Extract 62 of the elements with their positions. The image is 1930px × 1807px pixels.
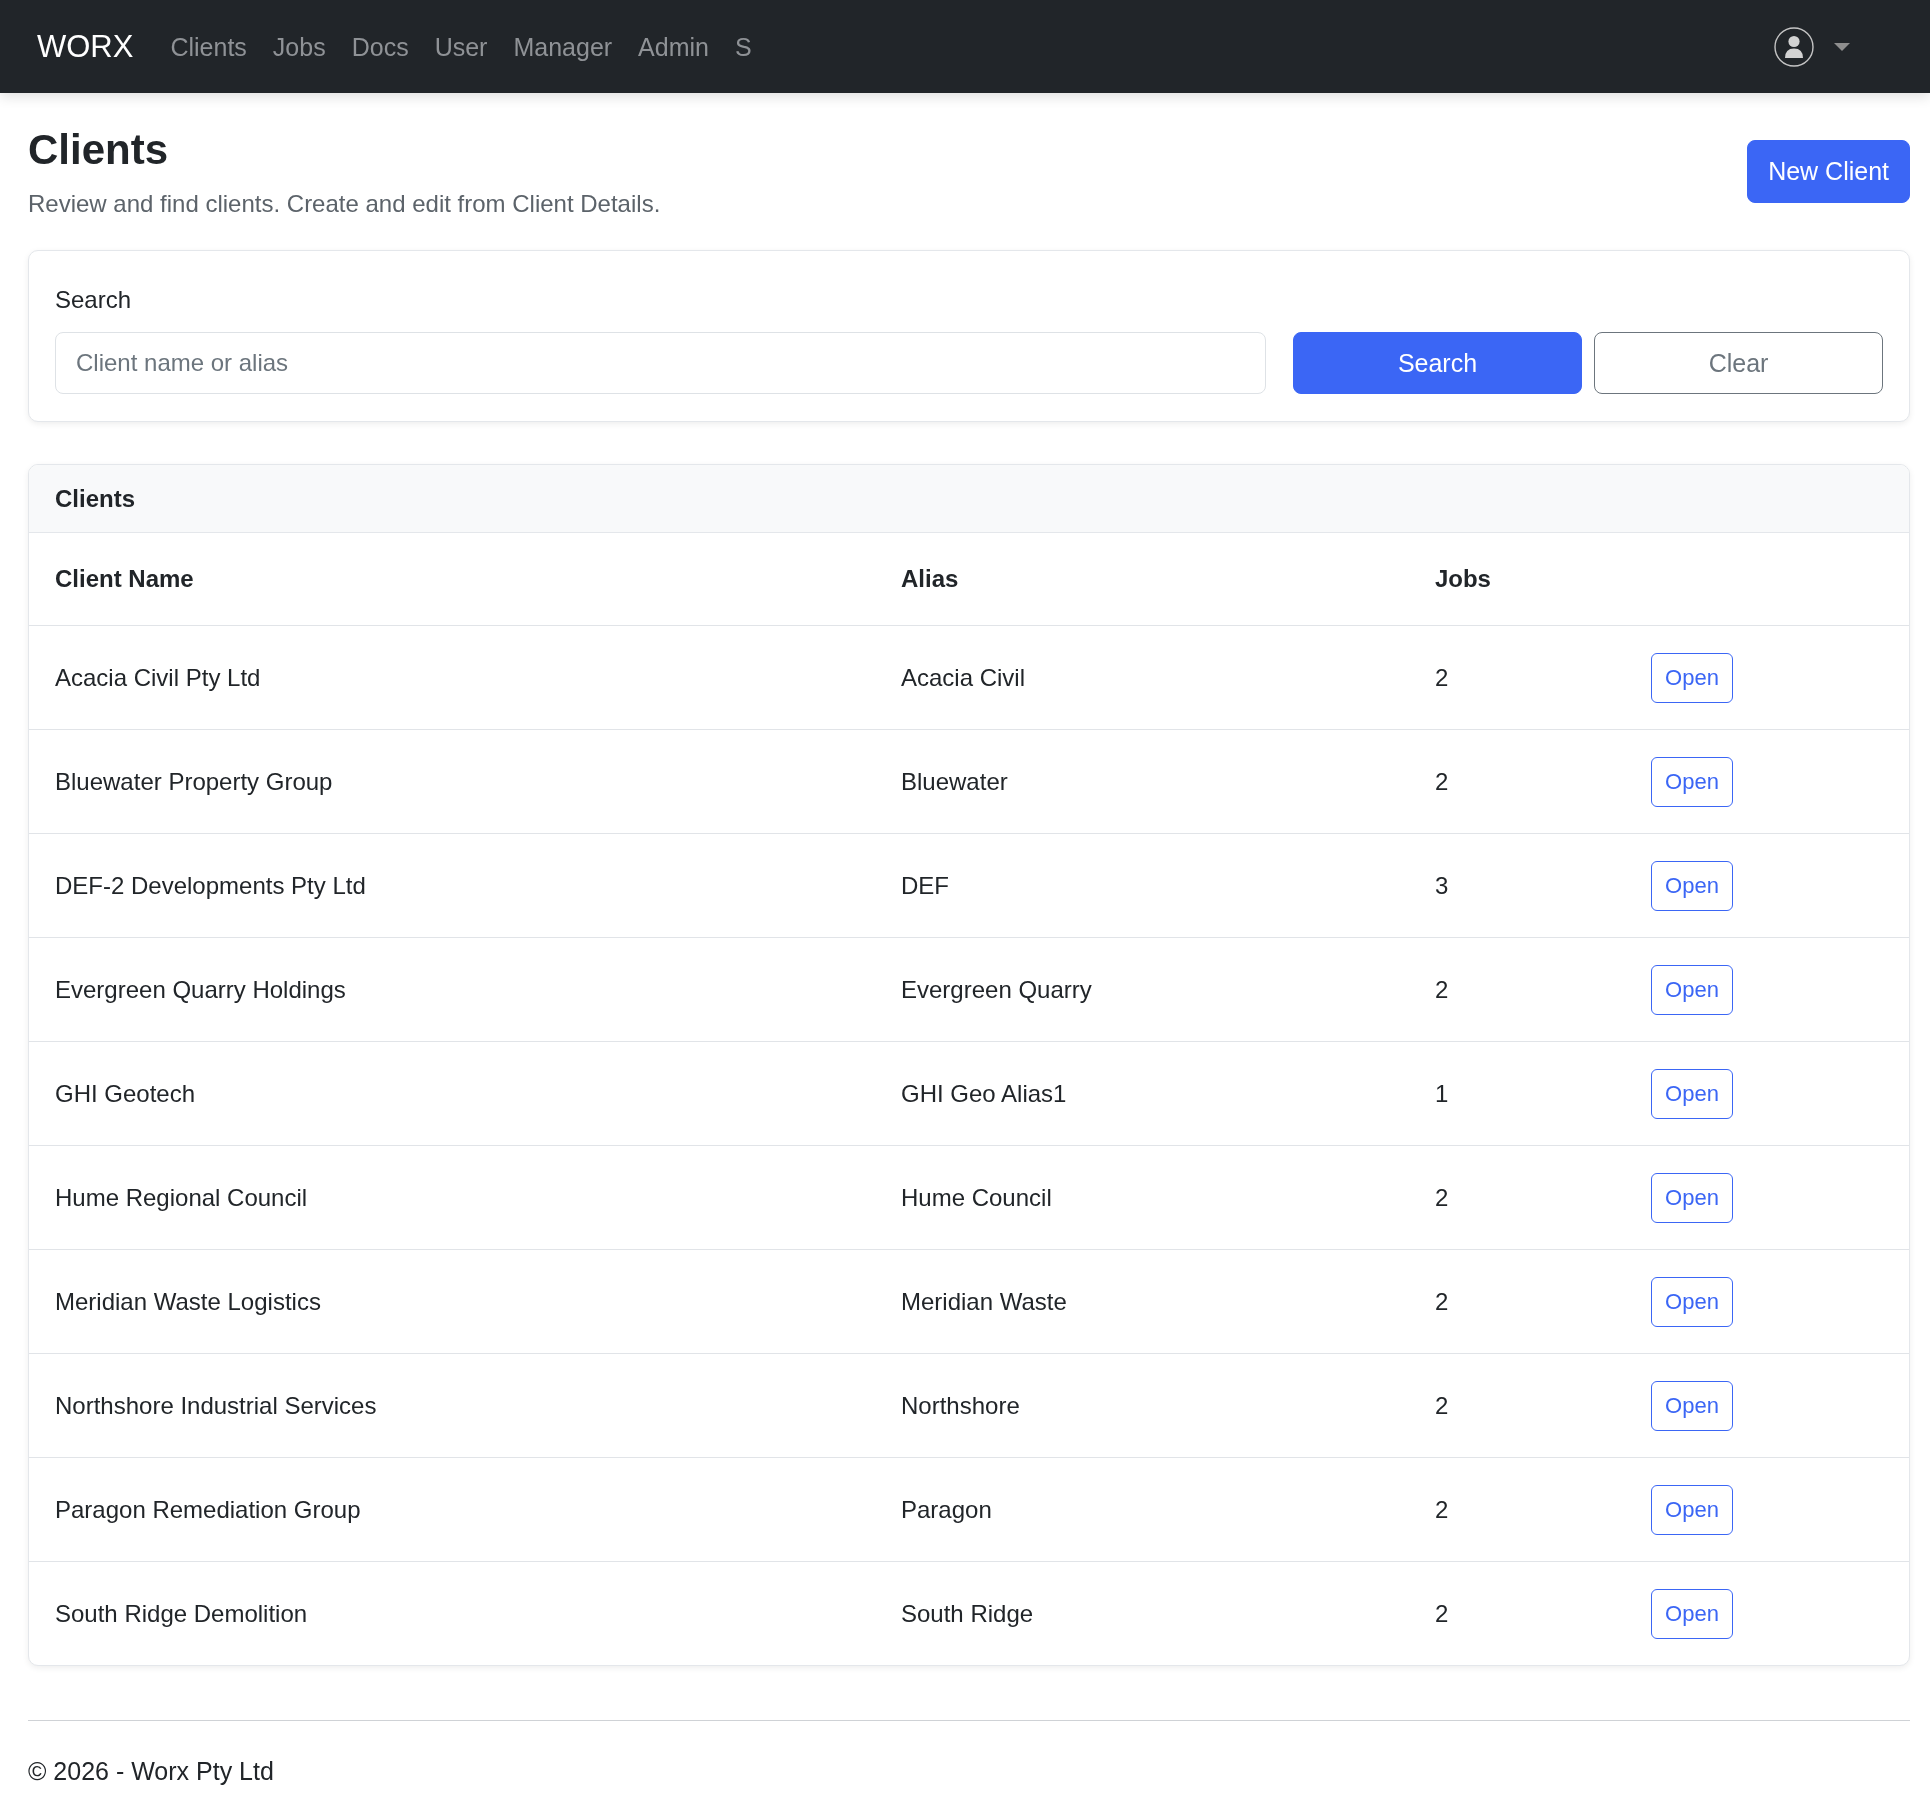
- client-alias: Acacia Civil: [901, 663, 1026, 691]
- caret-icon[interactable]: [1834, 42, 1850, 51]
- client-name: Bluewater Property Group: [55, 767, 333, 795]
- client-name: DEF-2 Developments Pty Ltd: [55, 871, 366, 899]
- client-alias: Paragon: [901, 1495, 992, 1523]
- nav-link[interactable]: Clients: [157, 25, 260, 68]
- job-count: 2: [1434, 1391, 1449, 1419]
- search-field[interactable]: Client name or alias: [55, 332, 1266, 394]
- client-name: Paragon Remediation Group: [55, 1495, 361, 1523]
- open-button[interactable]: Open: [1651, 1588, 1733, 1639]
- nav-link[interactable]: Jobs: [259, 25, 339, 68]
- client-alias: Meridian Waste: [901, 1287, 1067, 1315]
- open-button[interactable]: Open: [1651, 1172, 1733, 1223]
- user-icon[interactable]: [1774, 26, 1814, 67]
- job-count: 2: [1434, 1183, 1449, 1211]
- client-alias: South Ridge: [901, 1599, 1034, 1627]
- job-count: 2: [1434, 1495, 1449, 1523]
- job-count: 2: [1434, 1599, 1449, 1627]
- search-label: Search: [55, 285, 133, 314]
- nav-link[interactable]: User: [421, 25, 501, 68]
- open-button[interactable]: Open: [1651, 1276, 1733, 1327]
- page-subtitle: Review and find clients. Create and edit from Client Details.: [28, 189, 661, 218]
- client-alias: DEF: [901, 871, 949, 899]
- client-name: GHI Geotech: [55, 1079, 196, 1107]
- job-count: 2: [1434, 1287, 1449, 1315]
- nav-link[interactable]: Manager: [500, 25, 626, 68]
- job-count: 2: [1434, 975, 1449, 1003]
- column-header: Alias: [901, 565, 959, 592]
- client-name: South Ridge Demolition: [55, 1599, 308, 1627]
- new-client-button[interactable]: New Client: [1747, 140, 1910, 203]
- client-name: Evergreen Quarry Holdings: [55, 975, 346, 1003]
- client-name: Acacia Civil Pty Ltd: [55, 663, 261, 691]
- client-name: Meridian Waste Logistics: [55, 1287, 321, 1315]
- client-alias: GHI Geo Alias1: [901, 1079, 1067, 1107]
- clear-button[interactable]: Clear: [1594, 332, 1883, 394]
- nav-link[interactable]: Docs: [338, 25, 422, 68]
- client-alias: Northshore: [901, 1391, 1020, 1419]
- client-alias: Hume Council: [901, 1183, 1052, 1211]
- job-count: 2: [1434, 663, 1449, 691]
- client-alias: Evergreen Quarry: [901, 975, 1092, 1003]
- job-count: 1: [1434, 1079, 1449, 1107]
- search-button[interactable]: Search: [1293, 332, 1582, 394]
- column-header: Jobs: [1434, 565, 1491, 592]
- client-name: Northshore Industrial Services: [55, 1391, 377, 1419]
- client-name: Hume Regional Council: [55, 1183, 308, 1211]
- open-button[interactable]: Open: [1651, 652, 1733, 703]
- brand-name[interactable]: WORX: [37, 31, 134, 62]
- job-count: 3: [1434, 871, 1449, 899]
- nav-link[interactable]: S: [722, 25, 765, 68]
- nav-link[interactable]: Admin: [625, 25, 722, 68]
- column-header: Client Name: [55, 565, 194, 592]
- table-title: Clients: [55, 484, 135, 513]
- client-alias: Bluewater: [901, 767, 1008, 795]
- open-button[interactable]: Open: [1651, 1484, 1733, 1535]
- job-count: 2: [1434, 767, 1449, 795]
- open-button[interactable]: Open: [1651, 756, 1733, 807]
- open-button[interactable]: Open: [1651, 964, 1733, 1015]
- open-button[interactable]: Open: [1651, 1068, 1733, 1119]
- open-button[interactable]: Open: [1651, 1380, 1733, 1431]
- open-button[interactable]: Open: [1651, 860, 1733, 911]
- page-title: Clients: [28, 125, 170, 175]
- copyright-text: © 2026 - Worx Pty Ltd: [28, 1757, 274, 1786]
